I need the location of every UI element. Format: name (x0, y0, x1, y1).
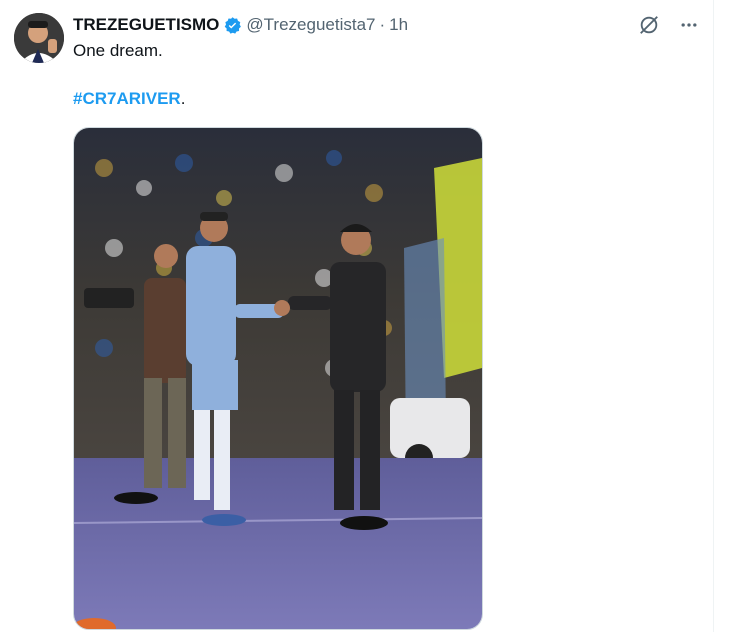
avatar[interactable] (14, 13, 64, 63)
user-handle[interactable]: @Trezeguetista7 (246, 15, 375, 35)
avatar-image (14, 13, 64, 63)
verified-badge-icon (223, 16, 242, 35)
tweet-header: TREZEGUETISMO @Trezeguetista7 · 1h (73, 14, 408, 36)
hashtag-suffix: . (180, 89, 186, 108)
photo-image (74, 128, 482, 629)
tweet-actions-top (636, 12, 702, 38)
timestamp[interactable]: 1h (389, 15, 408, 35)
hashtag-line: #CR7ARIVER. (73, 89, 185, 109)
tweet-text: One dream. (73, 41, 163, 60)
separator-dot: · (379, 15, 386, 34)
more-icon[interactable] (676, 12, 702, 38)
hashtag-link[interactable]: #CR7ARIVER (73, 89, 181, 108)
grok-icon[interactable] (636, 12, 662, 38)
display-name[interactable]: TREZEGUETISMO (73, 15, 219, 35)
timeline-divider (713, 0, 714, 632)
tweet-media-photo[interactable] (73, 127, 483, 630)
